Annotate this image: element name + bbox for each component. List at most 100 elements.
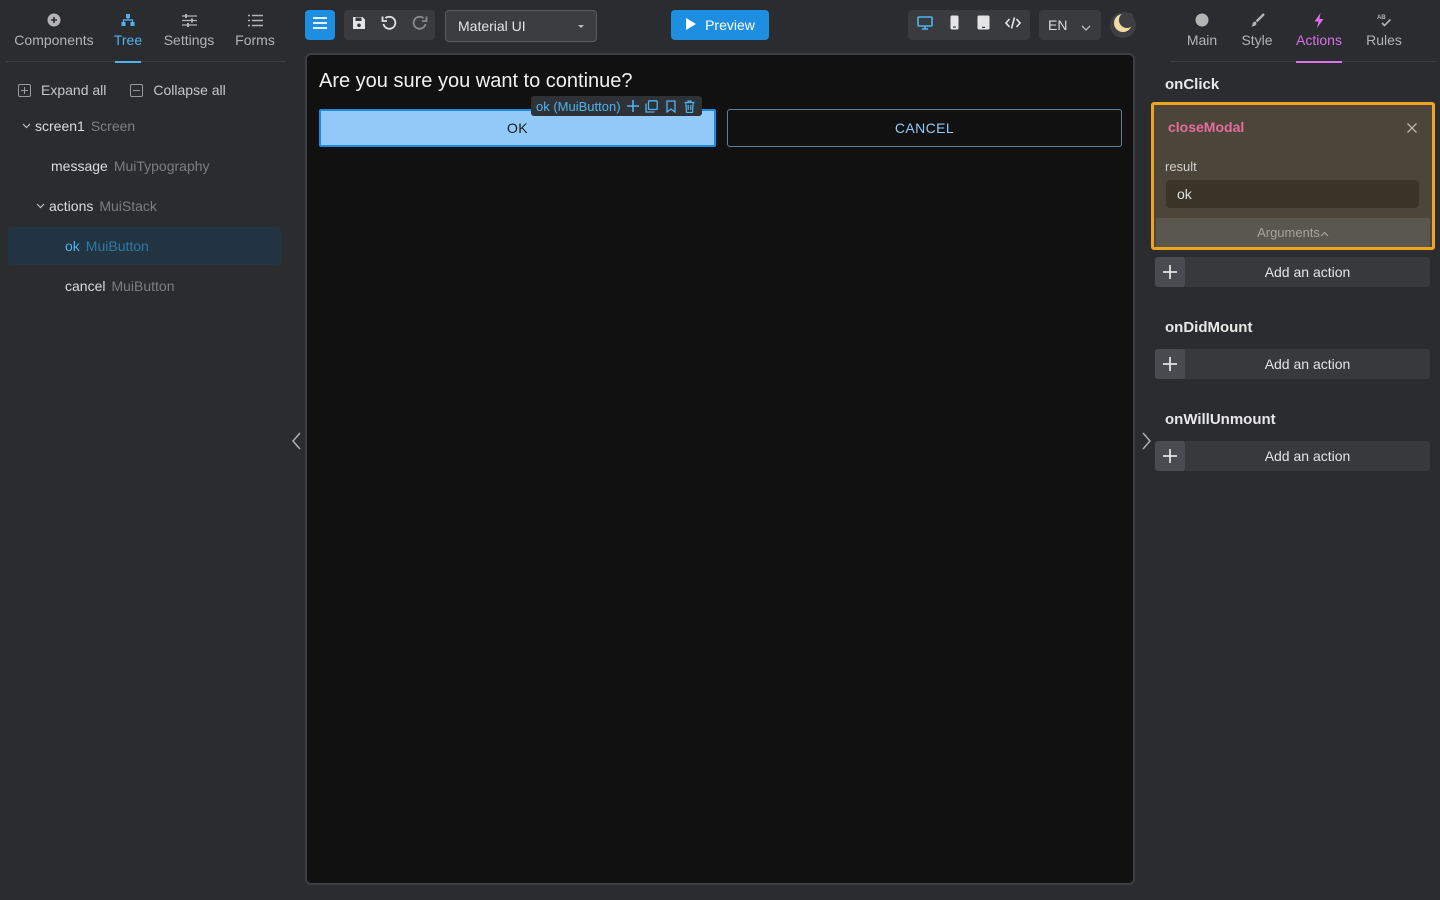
add-action-button-onwillunmount[interactable]: Add an action — [1155, 441, 1430, 471]
undo-icon — [381, 15, 397, 36]
trash-icon[interactable] — [683, 99, 697, 113]
collapse-left-panel-button[interactable] — [289, 432, 303, 454]
collapse-right-panel-button[interactable] — [1139, 432, 1153, 454]
action-card-closemodal: closeModal result ok Arguments — [1151, 102, 1435, 250]
tree-item-type: Screen — [90, 118, 136, 134]
selection-label-text: ok (MuiButton) — [536, 98, 621, 114]
collapse-icon — [130, 83, 144, 97]
plus-icon — [1155, 257, 1185, 287]
play-icon — [685, 17, 697, 34]
ui-library-select[interactable]: Material UI — [445, 10, 597, 42]
tab-label: Main — [1186, 32, 1218, 48]
tab-label: Rules — [1366, 32, 1402, 48]
event-onclick-title: onClick — [1165, 76, 1220, 93]
tree-item-ok[interactable]: ok MuiButton — [8, 227, 281, 265]
expand-all-button[interactable]: Expand all — [18, 82, 106, 98]
expand-icon — [18, 83, 31, 97]
tab-actions[interactable]: Actions — [1280, 0, 1358, 62]
svg-text:AB: AB — [1377, 15, 1386, 21]
event-onwillunmount-title: onWillUnmount — [1165, 411, 1276, 428]
language-select[interactable]: EN — [1039, 10, 1101, 40]
tree-icon — [120, 12, 136, 28]
bolt-icon — [1311, 12, 1327, 28]
tab-forms[interactable]: Forms — [224, 0, 286, 62]
plus-icon — [1155, 441, 1185, 471]
tab-label: Forms — [235, 32, 275, 48]
add-action-label: Add an action — [1264, 264, 1351, 280]
tab-settings[interactable]: Settings — [154, 0, 224, 62]
preview-label: Preview — [705, 17, 755, 33]
theme-toggle-button[interactable] — [1110, 11, 1136, 38]
history-toolbar — [344, 10, 435, 40]
moon-icon — [1113, 11, 1135, 38]
desktop-icon — [916, 15, 933, 35]
chevron-down-icon[interactable] — [33, 203, 47, 209]
tree-item-type: MuiTypography — [113, 158, 210, 174]
chevron-down-icon[interactable] — [19, 123, 33, 129]
left-tabs: Components Tree Settings Forms — [6, 0, 286, 62]
tree-item-name: screen1 — [35, 118, 85, 134]
tab-label: Components — [14, 32, 94, 48]
tree-item-type: MuiStack — [99, 198, 157, 214]
chevron-down-icon — [1081, 18, 1091, 34]
redo-icon — [412, 15, 428, 36]
close-icon[interactable] — [1406, 121, 1418, 133]
code-view-button[interactable] — [1000, 12, 1026, 38]
chevron-right-icon — [1141, 432, 1151, 455]
tree-item-type: MuiButton — [111, 278, 175, 294]
language-value: EN — [1048, 17, 1068, 33]
device-toolbar — [908, 10, 1030, 40]
arguments-toggle-label: Arguments — [1257, 225, 1320, 240]
add-circle-icon — [46, 12, 62, 28]
tree-item-type: MuiButton — [85, 238, 149, 254]
add-icon[interactable] — [626, 99, 640, 113]
tree-item-name: cancel — [65, 278, 106, 294]
tablet-view-button[interactable] — [971, 12, 997, 38]
action-name: closeModal — [1168, 119, 1245, 135]
save-button[interactable] — [345, 11, 373, 39]
add-action-label: Add an action — [1264, 448, 1351, 464]
chevron-left-icon — [291, 432, 301, 455]
ui-library-value: Material UI — [458, 18, 526, 34]
undo-button[interactable] — [375, 11, 403, 39]
collapse-all-label: Collapse all — [153, 82, 226, 98]
tree-item-name: actions — [49, 198, 94, 214]
editor-canvas[interactable]: Are you sure you want to continue? OK CA… — [305, 53, 1135, 885]
code-icon — [1005, 16, 1022, 34]
redo-button[interactable] — [406, 11, 434, 39]
tab-style[interactable]: Style — [1234, 0, 1280, 62]
cancel-button[interactable]: CANCEL — [727, 109, 1122, 147]
spellcheck-icon: AB — [1376, 12, 1392, 28]
duplicate-icon[interactable] — [645, 99, 659, 113]
tree-item-message[interactable]: message MuiTypography — [8, 147, 281, 185]
tree-item-name: message — [51, 158, 108, 174]
caret-down-icon — [578, 25, 584, 28]
argument-label: result — [1165, 159, 1197, 174]
right-tabs: Main Style Actions AB Rules — [1170, 0, 1436, 62]
tree-item-screen1[interactable]: screen1 Screen — [8, 107, 281, 145]
menu-button[interactable] — [305, 10, 335, 40]
add-action-button-ondidmount[interactable]: Add an action — [1155, 349, 1430, 379]
argument-result-input[interactable]: ok — [1166, 180, 1419, 208]
desktop-view-button[interactable] — [912, 12, 938, 38]
collapse-all-button[interactable]: Collapse all — [130, 82, 226, 98]
preview-button[interactable]: Preview — [671, 10, 769, 40]
tab-rules[interactable]: AB Rules — [1358, 0, 1410, 62]
tab-label: Style — [1241, 32, 1273, 48]
tab-tree[interactable]: Tree — [102, 0, 154, 62]
phone-icon — [950, 15, 959, 35]
selection-label: ok (MuiButton) — [531, 96, 702, 116]
add-action-label: Add an action — [1264, 356, 1351, 372]
tab-components[interactable]: Components — [6, 0, 102, 62]
mobile-view-button[interactable] — [941, 12, 967, 38]
tree-item-cancel[interactable]: cancel MuiButton — [8, 267, 281, 305]
add-action-button-onclick[interactable]: Add an action — [1155, 257, 1430, 287]
tab-main[interactable]: Main — [1170, 0, 1234, 62]
chevron-up-icon — [1320, 225, 1329, 240]
bookmark-icon[interactable] — [664, 99, 678, 113]
plus-icon — [1155, 349, 1185, 379]
brush-icon — [1249, 12, 1265, 28]
arguments-toggle[interactable]: Arguments — [1156, 218, 1430, 247]
tree-item-actions[interactable]: actions MuiStack — [8, 187, 281, 225]
save-icon — [352, 16, 366, 35]
